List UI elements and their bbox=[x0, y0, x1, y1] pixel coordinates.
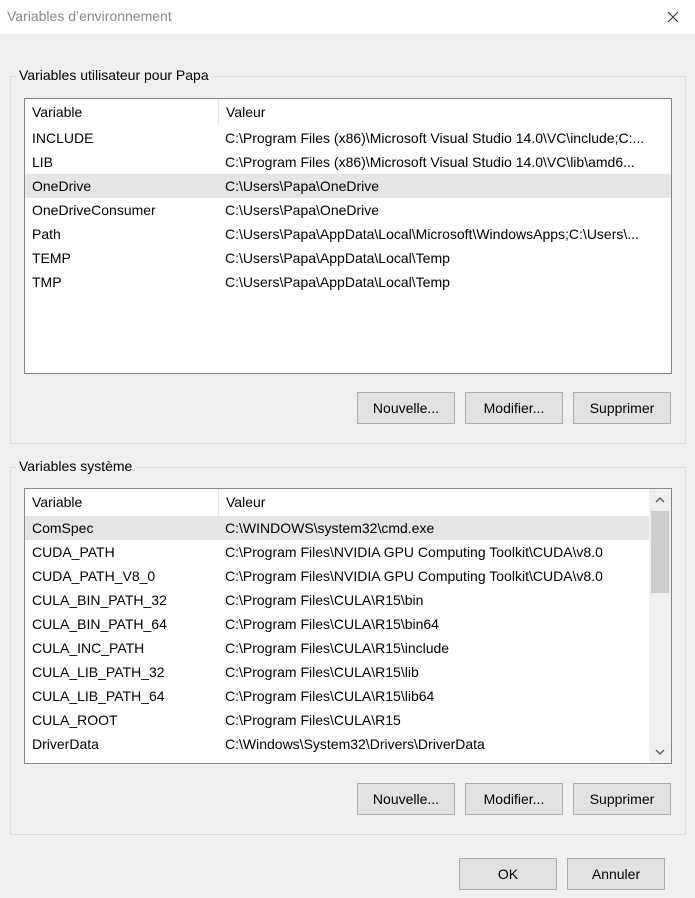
user-variables-label: Variables utilisateur pour Papa bbox=[16, 67, 212, 83]
table-row[interactable]: CUDA_PATH C:\Program Files\NVIDIA GPU Com… bbox=[25, 540, 649, 564]
user-edit-button[interactable]: Modifier... bbox=[465, 392, 563, 424]
variable-value-cell: C:\Program Files\NVIDIA GPU Computing To… bbox=[225, 568, 603, 584]
chevron-down-icon bbox=[655, 749, 665, 756]
table-row[interactable]: OneDriveConsumer C:\Users\Papa\OneDrive bbox=[25, 198, 671, 222]
variable-name-cell: OneDriveConsumer bbox=[32, 202, 156, 218]
user-new-button[interactable]: Nouvelle... bbox=[357, 392, 455, 424]
close-button[interactable] bbox=[651, 0, 695, 34]
variable-value-cell: C:\Users\Papa\OneDrive bbox=[225, 178, 380, 194]
column-header-variable[interactable]: Variable bbox=[25, 489, 218, 516]
variable-value-cell: C:\Users\Papa\AppData\Local\Temp bbox=[225, 250, 450, 266]
list-header: Variable Valeur bbox=[25, 99, 671, 126]
variable-name-cell: TMP bbox=[32, 274, 62, 290]
variable-name-cell: CULA_INC_PATH bbox=[32, 640, 145, 656]
ok-button[interactable]: OK bbox=[459, 858, 557, 890]
cancel-button[interactable]: Annuler bbox=[567, 858, 665, 890]
title-bar: Variables d’environnement bbox=[0, 0, 695, 34]
table-row[interactable]: CULA_BIN_PATH_64 C:\Program Files\CULA\R1… bbox=[25, 612, 649, 636]
table-row[interactable]: ComSpec C:\WINDOWS\system32\cmd.exe bbox=[25, 516, 649, 540]
variable-name-cell: TEMP bbox=[32, 250, 71, 266]
scroll-down-button[interactable] bbox=[649, 744, 671, 761]
variable-value-cell: C:\Program Files\CULA\R15\bin64 bbox=[225, 616, 439, 632]
close-icon bbox=[667, 11, 679, 23]
variable-value-cell: C:\Program Files (x86)\Microsoft Visual … bbox=[225, 130, 645, 146]
table-row[interactable]: OneDrive C:\Users\Papa\OneDrive bbox=[25, 174, 671, 198]
variable-value-cell: C:\Program Files\CULA\R15 bbox=[225, 712, 401, 728]
table-row[interactable]: CULA_INC_PATH C:\Program Files\CULA\R15\i… bbox=[25, 636, 649, 660]
vertical-scrollbar[interactable] bbox=[649, 489, 671, 763]
user-delete-button[interactable]: Supprimer bbox=[573, 392, 671, 424]
variable-name-cell: OneDrive bbox=[32, 178, 92, 194]
table-row[interactable]: CULA_BIN_PATH_32 C:\Program Files\CULA\R1… bbox=[25, 588, 649, 612]
variable-value-cell: C:\Program Files\CULA\R15\lib64 bbox=[225, 688, 435, 704]
system-edit-button[interactable]: Modifier... bbox=[465, 783, 563, 815]
column-header-value[interactable]: Valeur bbox=[219, 99, 671, 126]
table-row[interactable]: CULA_LIB_PATH_32 C:\Program Files\CULA\R1… bbox=[25, 660, 649, 684]
column-header-variable[interactable]: Variable bbox=[25, 99, 218, 126]
system-variables-label: Variables système bbox=[16, 458, 136, 474]
variable-name-cell: Path bbox=[32, 226, 61, 242]
variable-name-cell: CULA_BIN_PATH_32 bbox=[32, 592, 167, 608]
variable-value-cell: C:\Users\Papa\AppData\Local\Temp bbox=[225, 274, 450, 290]
system-new-button[interactable]: Nouvelle... bbox=[357, 783, 455, 815]
variable-value-cell: C:\Program Files\CULA\R15\include bbox=[225, 640, 450, 656]
user-variables-list[interactable]: Variable Valeur INCLUDE C:\Program Files … bbox=[24, 98, 672, 374]
table-row[interactable]: Path C:\Users\Papa\AppData\Local\Microsof… bbox=[25, 222, 671, 246]
variable-name-cell: INCLUDE bbox=[32, 130, 94, 146]
window-title: Variables d’environnement bbox=[7, 8, 172, 24]
variable-value-cell: C:\Program Files\NVIDIA GPU Computing To… bbox=[225, 544, 603, 560]
variable-value-cell: C:\Users\Papa\OneDrive bbox=[225, 202, 380, 218]
chevron-up-icon bbox=[655, 496, 665, 503]
variable-value-cell: C:\Windows\System32\Drivers\DriverData bbox=[225, 736, 485, 752]
variable-value-cell: C:\Program Files\CULA\R15\lib bbox=[225, 664, 419, 680]
variable-name-cell: CULA_LIB_PATH_32 bbox=[32, 664, 165, 680]
scroll-thumb[interactable] bbox=[651, 511, 669, 593]
variable-name-cell: CULA_ROOT bbox=[32, 712, 118, 728]
variable-value-cell: C:\Users\Papa\AppData\Local\Microsoft\Wi… bbox=[225, 226, 639, 242]
table-row[interactable]: CULA_ROOT C:\Program Files\CULA\R15 bbox=[25, 708, 649, 732]
variable-name-cell: CULA_LIB_PATH_64 bbox=[32, 688, 165, 704]
table-row[interactable]: TMP C:\Users\Papa\AppData\Local\Temp bbox=[25, 270, 671, 294]
table-row[interactable]: TEMP C:\Users\Papa\AppData\Local\Temp bbox=[25, 246, 671, 270]
variable-name-cell: CULA_BIN_PATH_64 bbox=[32, 616, 167, 632]
variable-name-cell: ComSpec bbox=[32, 520, 94, 536]
variable-name-cell: DriverData bbox=[32, 736, 99, 752]
list-header: Variable Valeur bbox=[25, 489, 649, 516]
system-delete-button[interactable]: Supprimer bbox=[573, 783, 671, 815]
table-row[interactable]: CUDA_PATH_V8_0 C:\Program Files\NVIDIA GP… bbox=[25, 564, 649, 588]
variable-value-cell: C:\WINDOWS\system32\cmd.exe bbox=[225, 520, 435, 536]
variable-name-cell: LIB bbox=[32, 154, 54, 170]
table-row[interactable]: DriverData C:\Windows\System32\Drivers\Dr… bbox=[25, 732, 649, 756]
table-row[interactable]: CULA_LIB_PATH_64 C:\Program Files\CULA\R1… bbox=[25, 684, 649, 708]
variable-name-cell: CUDA_PATH bbox=[32, 544, 115, 560]
variable-name-cell: CUDA_PATH_V8_0 bbox=[32, 568, 156, 584]
system-variables-list[interactable]: Variable Valeur ComSpec C:\WINDOWS\system… bbox=[24, 488, 672, 764]
variable-value-cell: C:\Program Files\CULA\R15\bin bbox=[225, 592, 424, 608]
column-header-value[interactable]: Valeur bbox=[219, 489, 649, 516]
system-variables-rows: ComSpec C:\WINDOWS\system32\cmd.exe CUDA_P… bbox=[25, 516, 649, 756]
variable-value-cell: C:\Program Files (x86)\Microsoft Visual … bbox=[225, 154, 635, 170]
user-variables-rows: INCLUDE C:\Program Files (x86)\Microsoft … bbox=[25, 126, 671, 294]
table-row[interactable]: LIB C:\Program Files (x86)\Microsoft Visu… bbox=[25, 150, 671, 174]
scroll-up-button[interactable] bbox=[649, 491, 671, 508]
table-row[interactable]: INCLUDE C:\Program Files (x86)\Microsoft … bbox=[25, 126, 671, 150]
